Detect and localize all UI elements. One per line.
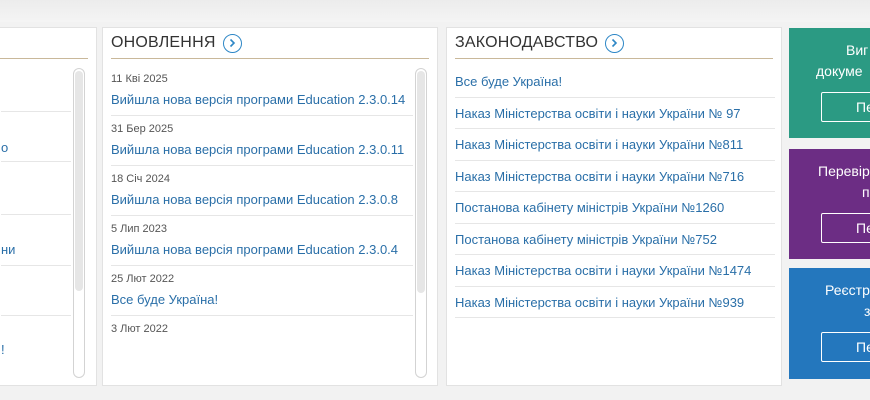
update-date: 31 Бер 2025 <box>111 123 174 135</box>
updates-panel: ОНОВЛЕННЯ 11 Кві 2025 Вийшла нова версія… <box>102 27 438 386</box>
update-link[interactable]: Вийшла нова версія програми Education 2.… <box>111 240 413 260</box>
update-date: 11 Кві 2025 <box>111 73 168 85</box>
left-link-fragment[interactable]: ни <box>1 242 15 257</box>
service-card-purple: Перевір пр Пе <box>789 149 870 259</box>
legislation-link[interactable]: Постанова кабінету міністрів України №12… <box>455 192 775 224</box>
chevron-right-circle-icon[interactable] <box>222 33 242 53</box>
updates-scrollbar[interactable] <box>415 68 427 378</box>
list-item: 31 Бер 2025 Вийшла нова версія програми … <box>111 116 413 166</box>
updates-title[interactable]: ОНОВЛЕННЯ <box>111 34 216 52</box>
updates-header: ОНОВЛЕННЯ <box>111 28 429 59</box>
list-item[interactable]: ! <box>1 316 71 367</box>
legislation-list: Все буде Україна! Наказ Міністерства осв… <box>455 66 775 318</box>
list-item: 25 Лют 2022 Все буде Україна! <box>111 266 413 316</box>
card-button[interactable]: Пе <box>821 332 870 362</box>
list-item: 5 Лип 2023 Вийшла нова версія програми E… <box>111 216 413 266</box>
left-panel-header <box>0 28 88 59</box>
card-button[interactable]: Пе <box>821 213 870 243</box>
left-panel: о ни ! <box>0 27 97 386</box>
page-top-band <box>0 0 870 22</box>
legislation-title[interactable]: ЗАКОНОДАВСТВО <box>455 34 598 52</box>
list-item[interactable]: ни <box>1 215 71 266</box>
card-caption: Виг докуме <box>789 28 870 82</box>
card-line: Виг <box>846 42 869 58</box>
legislation-link[interactable]: Постанова кабінету міністрів України №75… <box>455 224 775 255</box>
update-link[interactable]: Вийшла нова версія програми Education 2.… <box>111 190 413 210</box>
legislation-link[interactable]: Наказ Міністерства освіти і науки Україн… <box>455 161 775 192</box>
left-link-fragment[interactable]: о <box>1 140 8 155</box>
card-line: з <box>864 303 870 319</box>
updates-scroll-thumb[interactable] <box>417 71 425 293</box>
left-scrollbar[interactable] <box>73 68 85 378</box>
update-date: 25 Лют 2022 <box>111 273 175 285</box>
list-item: 18 Січ 2024 Вийшла нова версія програми … <box>111 166 413 216</box>
left-link-fragment[interactable]: ! <box>1 342 5 357</box>
legislation-link[interactable]: Наказ Міністерства освіти і науки Україн… <box>455 255 775 287</box>
service-card-blue: Реєстр з Пе <box>789 268 870 379</box>
update-date: 18 Січ 2024 <box>111 173 170 185</box>
card-line: пр <box>862 184 870 200</box>
card-button[interactable]: Пе <box>821 92 870 122</box>
card-line: докуме <box>816 63 863 79</box>
legislation-link[interactable]: Наказ Міністерства освіти і науки Україн… <box>455 98 775 129</box>
legislation-link[interactable]: Наказ Міністерства освіти і науки Україн… <box>455 129 775 161</box>
legislation-panel: ЗАКОНОДАВСТВО Все буде Україна! Наказ Мі… <box>446 27 782 386</box>
update-date: 5 Лип 2023 <box>111 223 168 235</box>
update-date: 3 Лют 2022 <box>111 323 168 335</box>
card-line: Реєстр <box>825 282 870 298</box>
update-link[interactable]: Все буде Україна! <box>111 290 413 310</box>
chevron-right-circle-icon[interactable] <box>605 33 625 53</box>
service-card-green: Виг докуме Пе <box>789 28 870 138</box>
left-panel-list: о ни ! <box>1 61 71 367</box>
update-link[interactable]: Вийшла нова версія програми Education 2.… <box>111 140 413 160</box>
legislation-link[interactable]: Наказ Міністерства освіти і науки Україн… <box>455 287 775 318</box>
update-link[interactable]: Вийшла нова версія програми Education 2.… <box>111 90 413 110</box>
left-scroll-thumb[interactable] <box>75 71 83 291</box>
updates-list: 11 Кві 2025 Вийшла нова версія програми … <box>111 66 413 345</box>
list-item <box>1 266 71 316</box>
legislation-header: ЗАКОНОДАВСТВО <box>455 28 773 59</box>
card-caption: Перевір пр <box>789 149 870 203</box>
card-caption: Реєстр з <box>789 268 870 322</box>
legislation-link[interactable]: Все буде Україна! <box>455 66 775 98</box>
list-item: 3 Лют 2022 <box>111 316 413 345</box>
list-item: 11 Кві 2025 Вийшла нова версія програми … <box>111 66 413 116</box>
list-item <box>1 61 71 112</box>
list-item[interactable]: о <box>1 112 71 162</box>
card-line: Перевір <box>818 163 870 179</box>
list-item <box>1 162 71 215</box>
